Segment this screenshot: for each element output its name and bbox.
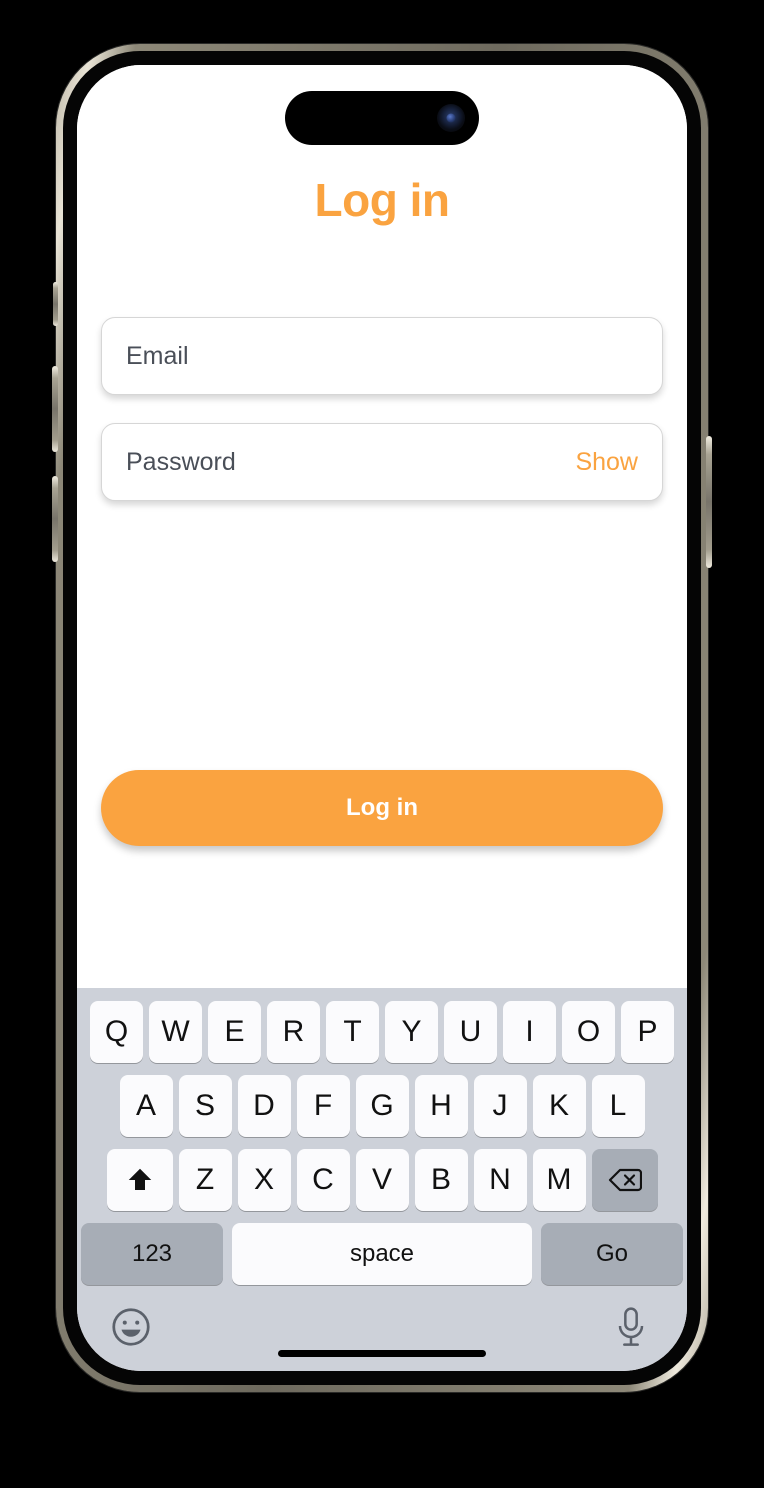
phone-bezel: Log in Email Password Show Log in Q W E … — [63, 51, 701, 1385]
shift-icon — [128, 1168, 151, 1190]
keyboard-row-4: 123 space Go — [77, 1223, 687, 1285]
email-placeholder: Email — [126, 341, 189, 370]
key-b[interactable]: B — [414, 1149, 468, 1211]
keyboard-row-2: A S D F G H J K L — [77, 1075, 687, 1137]
key-a[interactable]: A — [119, 1075, 173, 1137]
key-d[interactable]: D — [237, 1075, 291, 1137]
front-camera-icon — [437, 104, 465, 132]
key-e[interactable]: E — [208, 1001, 261, 1063]
key-i[interactable]: I — [503, 1001, 556, 1063]
numbers-key[interactable]: 123 — [81, 1223, 223, 1285]
microphone-icon — [618, 1307, 644, 1346]
login-screen: Log in Email Password Show Log in — [77, 65, 687, 988]
backspace-icon — [608, 1168, 642, 1192]
emoji-key[interactable] — [109, 1305, 153, 1354]
key-u[interactable]: U — [444, 1001, 497, 1063]
show-password-button[interactable]: Show — [575, 448, 638, 477]
email-field[interactable]: Email — [101, 317, 663, 395]
password-field[interactable]: Password Show — [101, 423, 663, 501]
shift-key[interactable] — [106, 1149, 173, 1211]
key-g[interactable]: G — [355, 1075, 409, 1137]
key-l[interactable]: L — [591, 1075, 645, 1137]
key-v[interactable]: V — [355, 1149, 409, 1211]
key-z[interactable]: Z — [178, 1149, 232, 1211]
phone-device: Log in Email Password Show Log in Q W E … — [52, 44, 712, 1392]
key-m[interactable]: M — [532, 1149, 586, 1211]
key-s[interactable]: S — [178, 1075, 232, 1137]
keyboard-bottom-bar — [77, 1295, 687, 1371]
space-key[interactable]: space — [232, 1223, 532, 1285]
go-key[interactable]: Go — [541, 1223, 683, 1285]
key-f[interactable]: F — [296, 1075, 350, 1137]
key-t[interactable]: T — [326, 1001, 379, 1063]
silent-switch[interactable] — [53, 282, 58, 326]
key-k[interactable]: K — [532, 1075, 586, 1137]
key-n[interactable]: N — [473, 1149, 527, 1211]
emoji-icon — [112, 1308, 150, 1346]
password-placeholder: Password — [126, 447, 236, 476]
dynamic-island — [285, 91, 479, 145]
volume-down-button[interactable] — [52, 476, 58, 562]
key-q[interactable]: Q — [90, 1001, 143, 1063]
key-w[interactable]: W — [149, 1001, 202, 1063]
power-button[interactable] — [706, 436, 712, 568]
onscreen-keyboard: Q W E R T Y U I O P A S D F G H J K L Z … — [77, 988, 687, 1371]
key-h[interactable]: H — [414, 1075, 468, 1137]
key-j[interactable]: J — [473, 1075, 527, 1137]
microphone-key[interactable] — [611, 1305, 651, 1354]
home-indicator[interactable] — [278, 1350, 486, 1357]
key-p[interactable]: P — [621, 1001, 674, 1063]
key-y[interactable]: Y — [385, 1001, 438, 1063]
key-x[interactable]: X — [237, 1149, 291, 1211]
page-title: Log in — [314, 174, 450, 226]
login-form: Email Password Show — [101, 317, 663, 529]
key-r[interactable]: R — [267, 1001, 320, 1063]
login-button[interactable]: Log in — [101, 770, 663, 846]
phone-screen: Log in Email Password Show Log in Q W E … — [77, 65, 687, 1371]
key-o[interactable]: O — [562, 1001, 615, 1063]
keyboard-row-3: Z X C V B N M — [77, 1149, 687, 1211]
keyboard-row-1: Q W E R T Y U I O P — [77, 988, 687, 1063]
key-c[interactable]: C — [296, 1149, 350, 1211]
volume-up-button[interactable] — [52, 366, 58, 452]
backspace-key[interactable] — [591, 1149, 658, 1211]
